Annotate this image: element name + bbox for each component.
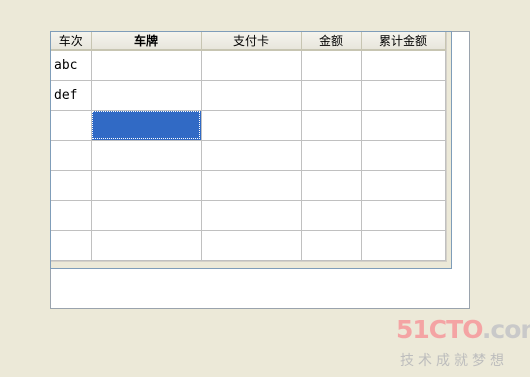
grid-cell[interactable] [51, 140, 92, 171]
grid-cell[interactable] [361, 170, 446, 201]
grid-cell[interactable] [201, 170, 302, 201]
column-header-checi[interactable]: 车次 [51, 32, 92, 51]
watermark-slogan: 技术成就梦想 [400, 353, 508, 369]
table-row[interactable] [51, 200, 446, 231]
watermark-logo: 51CTO.com 技术成就梦想 [396, 315, 530, 370]
grid-cell[interactable] [361, 230, 446, 261]
grid-cell[interactable] [301, 140, 362, 171]
grid-cell[interactable] [91, 200, 202, 231]
grid-cell[interactable] [361, 80, 446, 111]
watermark-brand-number: 51CTO [396, 315, 483, 344]
grid-cell[interactable] [201, 140, 302, 171]
grid-cell[interactable] [201, 200, 302, 231]
column-header-leijijine[interactable]: 累计金额 [361, 32, 446, 51]
grid-cell[interactable] [361, 110, 446, 141]
grid-cell[interactable] [51, 200, 92, 231]
grid-cell[interactable] [301, 110, 362, 141]
column-header-zhifuka[interactable]: 支付卡 [201, 32, 302, 51]
grid-cell[interactable] [301, 170, 362, 201]
grid-cell[interactable] [201, 50, 302, 81]
watermark-brand: 51CTO.com [396, 315, 530, 345]
grid-cell[interactable]: abc [51, 50, 92, 81]
table-row[interactable] [51, 230, 446, 261]
grid-cell[interactable] [91, 230, 202, 261]
grid-cell[interactable] [91, 170, 202, 201]
column-header-jine[interactable]: 金额 [301, 32, 362, 51]
grid-cell[interactable] [361, 50, 446, 81]
grid-cell[interactable] [51, 230, 92, 261]
grid-table: 车次 车牌 支付卡 金额 累计金额 abc def [51, 32, 446, 261]
table-row[interactable] [51, 140, 446, 171]
grid-cell[interactable] [91, 140, 202, 171]
grid-cell[interactable] [201, 110, 302, 141]
grid-body: 车次 车牌 支付卡 金额 累计金额 abc def [51, 32, 447, 262]
grid-cell[interactable] [301, 230, 362, 261]
table-row[interactable]: abc [51, 50, 446, 81]
grid-cell[interactable]: def [51, 80, 92, 111]
form-window: 车次 车牌 支付卡 金额 累计金额 abcdef 51CTO.com 技术成就梦… [0, 0, 530, 377]
data-grid[interactable]: 车次 车牌 支付卡 金额 累计金额 abc def [50, 31, 452, 269]
grid-cell-selected[interactable] [91, 110, 202, 141]
grid-cell[interactable] [361, 200, 446, 231]
table-row[interactable]: def [51, 80, 446, 111]
grid-cell[interactable] [361, 140, 446, 171]
grid-cell[interactable] [301, 80, 362, 111]
table-row[interactable] [51, 170, 446, 201]
grid-cell[interactable] [201, 80, 302, 111]
column-header-chepai[interactable]: 车牌 [91, 32, 202, 51]
grid-cell[interactable] [301, 200, 362, 231]
grid-cell[interactable] [201, 230, 302, 261]
watermark-brand-suffix: .com [481, 315, 530, 344]
grid-cell[interactable] [301, 50, 362, 81]
table-row[interactable] [51, 110, 446, 141]
grid-cell[interactable] [91, 80, 202, 111]
grid-cell[interactable] [51, 110, 92, 141]
grid-cell[interactable] [51, 170, 92, 201]
grid-header-row: 车次 车牌 支付卡 金额 累计金额 [51, 32, 446, 51]
grid-cell[interactable] [91, 50, 202, 81]
